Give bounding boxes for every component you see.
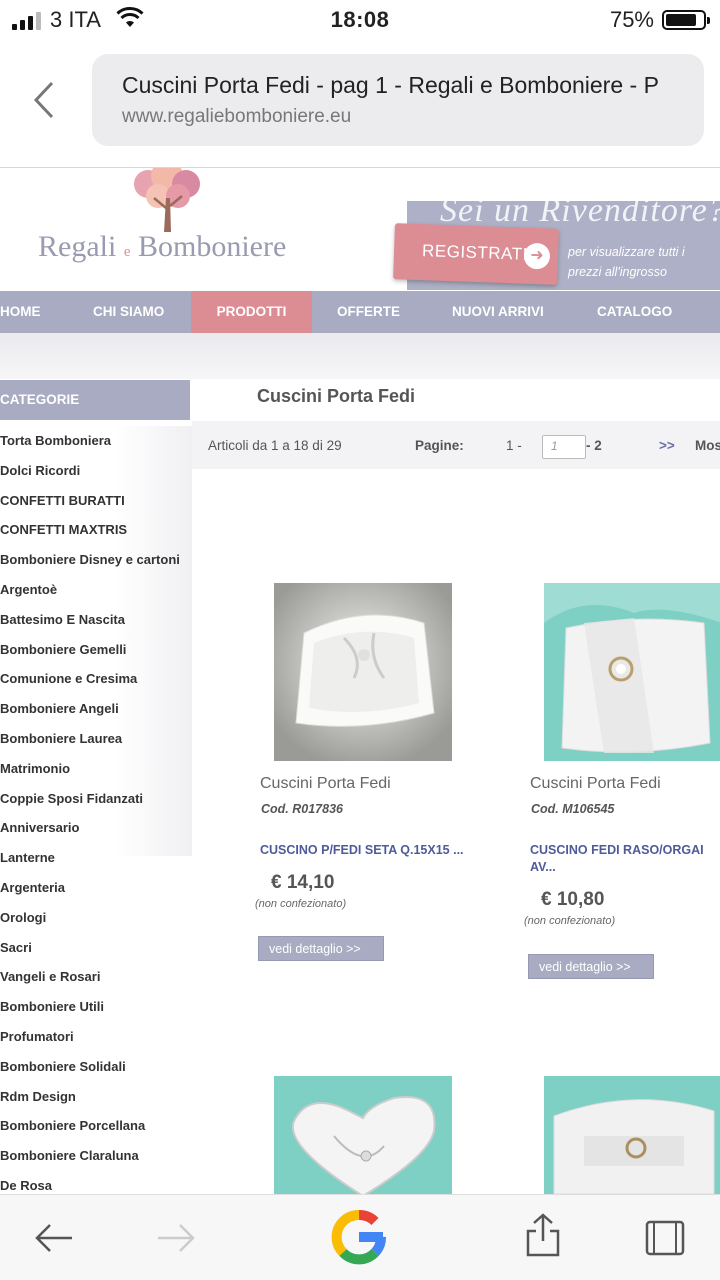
- category-item[interactable]: Bomboniere Disney e cartoni: [0, 545, 192, 575]
- category-item[interactable]: Coppie Sposi Fidanzati: [0, 784, 192, 814]
- heart-pillow-image: [274, 1076, 452, 1194]
- reseller-note: per visualizzare tutti i prezzi all'ingr…: [568, 245, 685, 279]
- product-note: (non confezionato): [255, 898, 347, 910]
- category-item[interactable]: Bomboniere Utili: [0, 992, 192, 1022]
- category-item[interactable]: Argenteria: [0, 873, 192, 903]
- pagination-bar: Articoli da 1 a 18 di 29 Pagine: 1 - 1 -…: [192, 421, 720, 469]
- reseller-tagline: Sei un Rivenditore?: [440, 192, 720, 229]
- battery-percent: 75%: [609, 7, 654, 32]
- product-name[interactable]: Cuscini Porta Fedi: [530, 775, 661, 793]
- back-chevron-icon[interactable]: [30, 80, 58, 120]
- category-item[interactable]: Profumatori: [0, 1022, 192, 1052]
- main-nav: HOME CHI SIAMO PRODOTTI OFFERTE NUOVI AR…: [0, 291, 720, 333]
- category-item[interactable]: CONFETTI BURATTI: [0, 486, 192, 516]
- category-item[interactable]: Bomboniere Porcellana: [0, 1111, 192, 1141]
- product-image[interactable]: [274, 1076, 452, 1194]
- nav-chi-siamo[interactable]: CHI SIAMO: [93, 291, 183, 333]
- brand-logo[interactable]: Regali e Bomboniere: [38, 230, 286, 264]
- product-image[interactable]: [544, 583, 720, 761]
- ring-pillow-image: [544, 583, 720, 761]
- pages-label: Pagine:: [415, 438, 464, 453]
- product-note: (non confezionato): [524, 915, 616, 927]
- product-image[interactable]: [544, 1076, 720, 1194]
- category-item[interactable]: Bomboniere Solidali: [0, 1052, 192, 1082]
- header-band: [0, 333, 720, 379]
- category-item[interactable]: Torta Bomboniera: [0, 426, 192, 456]
- category-item[interactable]: Anniversario: [0, 813, 192, 843]
- category-item[interactable]: Lanterne: [0, 843, 192, 873]
- share-icon[interactable]: [524, 1213, 562, 1257]
- browser-toolbar: [0, 1194, 720, 1280]
- category-item[interactable]: Rdm Design: [0, 1082, 192, 1112]
- nav-nuovi-arrivi[interactable]: NUOVI ARRIVI: [452, 291, 562, 333]
- category-item[interactable]: Vangeli e Rosari: [0, 962, 192, 992]
- nav-home[interactable]: HOME: [0, 291, 70, 333]
- product-description[interactable]: CUSCINO FEDI RASO/ORGAI AV...: [530, 842, 720, 876]
- category-title: Cuscini Porta Fedi: [257, 386, 416, 406]
- category-list: Torta Bomboniera Dolci Ricordi CONFETTI …: [0, 426, 192, 1201]
- nav-prodotti[interactable]: PRODOTTI: [191, 291, 312, 333]
- category-item[interactable]: Argentoè: [0, 575, 192, 605]
- url-field[interactable]: Cuscini Porta Fedi - pag 1 - Regali e Bo…: [92, 54, 704, 146]
- status-bar: 3 ITA 18:08 75%: [0, 0, 720, 40]
- category-item[interactable]: Bomboniere Laurea: [0, 724, 192, 754]
- page-2-link[interactable]: - 2: [586, 438, 602, 453]
- google-icon[interactable]: [329, 1207, 389, 1267]
- page-host: www.regaliebomboniere.eu: [122, 106, 352, 127]
- view-details-button[interactable]: vedi dettaglio >>: [258, 936, 384, 961]
- browser-address-bar: Cuscini Porta Fedi - pag 1 - Regali e Bo…: [0, 40, 720, 168]
- product-price: € 10,80: [541, 889, 605, 910]
- register-button[interactable]: REGISTRATI ➜: [393, 223, 559, 285]
- category-item[interactable]: Bomboniere Claraluna: [0, 1141, 192, 1171]
- product-code: Cod. M106545: [531, 802, 615, 816]
- categories-heading: CATEGORIE: [0, 380, 190, 420]
- product-image[interactable]: [274, 583, 452, 761]
- tabs-icon[interactable]: [644, 1217, 688, 1257]
- product-price: € 14,10: [271, 872, 335, 893]
- category-item[interactable]: CONFETTI MAXTRIS: [0, 515, 192, 545]
- product-name[interactable]: Cuscini Porta Fedi: [260, 775, 391, 793]
- forward-arrow-icon[interactable]: [156, 1221, 196, 1255]
- page-1-link[interactable]: 1 -: [506, 438, 522, 453]
- next-page-link[interactable]: >>: [659, 438, 675, 453]
- show-selector[interactable]: Mos: [695, 438, 720, 453]
- category-item[interactable]: Bomboniere Gemelli: [0, 635, 192, 665]
- page-title: Cuscini Porta Fedi - pag 1 - Regali e Bo…: [122, 72, 659, 98]
- product-description[interactable]: CUSCINO P/FEDI SETA Q.15X15 ...: [260, 842, 500, 859]
- ring-pillow-image: [544, 1076, 720, 1194]
- nav-offerte[interactable]: OFFERTE: [337, 291, 417, 333]
- view-details-button[interactable]: vedi dettaglio >>: [528, 954, 654, 979]
- category-item[interactable]: Battesimo E Nascita: [0, 605, 192, 635]
- product-code: Cod. R017836: [261, 802, 343, 816]
- nav-catalogo[interactable]: CATALOGO: [597, 291, 697, 333]
- ring-pillow-image: [274, 583, 452, 761]
- arrow-right-icon: ➜: [523, 242, 551, 270]
- back-arrow-icon[interactable]: [34, 1221, 74, 1255]
- category-item[interactable]: Orologi: [0, 903, 192, 933]
- category-item[interactable]: Matrimonio: [0, 754, 192, 784]
- battery-icon: [662, 10, 710, 30]
- category-item[interactable]: Sacri: [0, 933, 192, 963]
- tree-logo-icon: [134, 168, 200, 232]
- category-item[interactable]: Bomboniere Angeli: [0, 694, 192, 724]
- site-header: Regali e Bomboniere Sei un Rivenditore? …: [0, 168, 720, 290]
- page-input[interactable]: 1: [542, 435, 586, 459]
- article-count: Articoli da 1 a 18 di 29: [208, 438, 342, 453]
- category-item[interactable]: Dolci Ricordi: [0, 456, 192, 486]
- category-item[interactable]: Comunione e Cresima: [0, 664, 192, 694]
